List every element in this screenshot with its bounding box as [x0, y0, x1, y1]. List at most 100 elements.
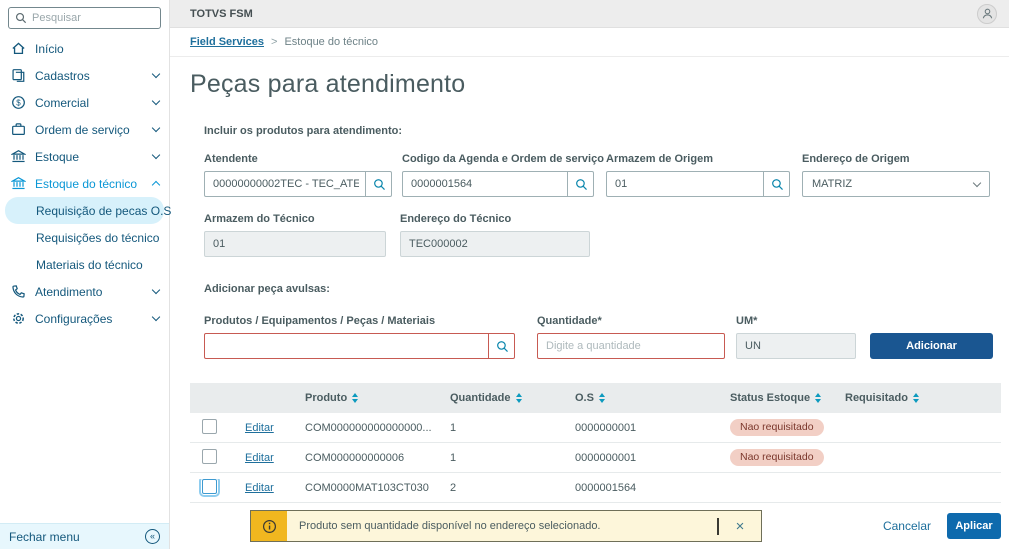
header-produto: Produto	[305, 392, 450, 404]
armazem-tecnico-input	[204, 231, 386, 257]
topbar: TOTVS FSM	[170, 0, 1009, 28]
chevron-down-icon	[152, 124, 160, 132]
produto-cell: COM0000MAT103CT030	[305, 482, 450, 494]
atendente-input[interactable]	[204, 171, 392, 197]
sidebar-item-ordem-de-servico[interactable]: Ordem de serviço	[0, 116, 169, 143]
edit-link[interactable]: Editar	[245, 422, 274, 434]
cancel-button[interactable]: Cancelar	[883, 519, 931, 533]
bank-icon	[10, 149, 26, 164]
sidebar-subitem-label: Requisição de pecas O.S	[36, 204, 171, 218]
sidebar-subitem-label: Materiais do técnico	[36, 258, 143, 272]
sidebar-item-inicio[interactable]: Início	[0, 35, 169, 62]
search-icon	[771, 178, 784, 191]
sort-icon[interactable]	[352, 393, 358, 403]
sidebar-item-requisicoes-do-tecnico[interactable]: Requisições do técnico	[0, 224, 169, 251]
sidebar-item-label: Estoque	[35, 150, 144, 164]
user-avatar[interactable]	[977, 4, 997, 24]
chevron-up-icon	[152, 181, 160, 189]
agenda-label: Codigo da Agenda e Ordem de serviço	[402, 153, 594, 165]
atendente-search-button[interactable]	[365, 171, 392, 197]
search-icon	[575, 178, 588, 191]
quantidade-cell: 1	[450, 452, 575, 464]
endereco-tecnico-label: Endereço do Técnico	[400, 213, 590, 225]
atendente-lookup	[204, 171, 392, 197]
collapse-icon: «	[145, 529, 160, 544]
produtos-input[interactable]	[204, 333, 515, 359]
armazem-origem-label: Armazem de Origem	[606, 153, 790, 165]
produtos-label: Produtos / Equipamentos / Peças / Materi…	[204, 315, 515, 327]
user-icon	[981, 7, 994, 20]
produtos-lookup	[204, 333, 515, 359]
agenda-search-button[interactable]	[567, 171, 594, 197]
table-header-row: Produto Quantidade O.S Status Estoque Re…	[190, 383, 1001, 413]
sidebar-item-cadastros[interactable]: Cadastros	[0, 62, 169, 89]
sort-icon[interactable]	[599, 393, 605, 403]
sort-icon[interactable]	[516, 393, 522, 403]
os-cell: 0000000001	[575, 452, 730, 464]
collapse-menu-label: Fechar menu	[9, 530, 80, 544]
quantidade-cell: 1	[450, 422, 575, 434]
endereco-origem-label: Endereço de Origem	[802, 153, 990, 165]
table-row: Editar COM000000000006 1 0000000001 Nao …	[190, 443, 1001, 473]
svg-text:$: $	[16, 98, 21, 107]
header-status-estoque: Status Estoque	[730, 392, 845, 404]
table-row: Editar COM000000000000000... 1 000000000…	[190, 413, 1001, 443]
row-checkbox[interactable]	[202, 419, 217, 434]
edit-link[interactable]: Editar	[245, 452, 274, 464]
sidebar-item-materiais-do-tecnico[interactable]: Materiais do técnico	[0, 251, 169, 278]
sidebar-item-label: Início	[35, 42, 159, 56]
sidebar-search[interactable]	[8, 7, 161, 29]
search-icon	[373, 178, 386, 191]
breadcrumb-separator: >	[271, 36, 277, 48]
sidebar-item-requisicao-de-pecas-os[interactable]: Requisição de pecas O.S	[5, 197, 164, 224]
apply-button[interactable]: Aplicar	[947, 513, 1001, 539]
collapse-menu-button[interactable]: Fechar menu «	[0, 523, 169, 549]
quantidade-input[interactable]	[537, 333, 725, 359]
sidebar-item-estoque[interactable]: Estoque	[0, 143, 169, 170]
edit-link[interactable]: Editar	[245, 482, 274, 494]
sort-icon[interactable]	[815, 393, 821, 403]
sort-icon[interactable]	[913, 393, 919, 403]
endereco-origem-select[interactable]: MATRIZ	[802, 171, 990, 197]
adicionar-button[interactable]: Adicionar	[870, 333, 993, 359]
produto-cell: COM000000000000000...	[305, 422, 450, 434]
chevron-down-icon	[152, 286, 160, 294]
atendente-label: Atendente	[204, 153, 392, 165]
sidebar-item-configuracoes[interactable]: Configurações	[0, 305, 169, 332]
table-row: Editar COM0000MAT103CT030 2 0000001564	[190, 473, 1001, 503]
chevron-down-icon	[973, 179, 981, 187]
documents-icon	[10, 68, 26, 83]
avulsa-form: Produtos / Equipamentos / Peças / Materi…	[204, 315, 1001, 359]
sidebar-nav: Início Cadastros $ Comercial Ordem de se…	[0, 35, 169, 332]
sidebar-search-input[interactable]	[32, 12, 154, 24]
sidebar-item-atendimento[interactable]: Atendimento	[0, 278, 169, 305]
produtos-search-button[interactable]	[488, 333, 515, 359]
page-title: Peças para atendimento	[190, 70, 1001, 99]
row-checkbox[interactable]	[202, 449, 217, 464]
header-os: O.S	[575, 392, 730, 404]
parts-table: Produto Quantidade O.S Status Estoque Re…	[190, 383, 1001, 503]
sidebar-item-comercial[interactable]: $ Comercial	[0, 89, 169, 116]
briefcase-icon	[10, 122, 26, 137]
gear-icon	[10, 311, 26, 326]
sidebar-item-label: Configurações	[35, 312, 144, 326]
armazem-origem-search-button[interactable]	[763, 171, 790, 197]
os-cell: 0000000001	[575, 422, 730, 434]
sidebar-item-label: Comercial	[35, 96, 144, 110]
main-area: TOTVS FSM Field Services > Estoque do té…	[170, 0, 1009, 549]
row-checkbox[interactable]	[202, 479, 217, 494]
produto-cell: COM000000000006	[305, 452, 450, 464]
page-content: Peças para atendimento Incluir os produt…	[170, 57, 1009, 549]
dollar-circle-icon: $	[10, 95, 26, 110]
um-input	[736, 333, 856, 359]
info-icon	[251, 511, 287, 541]
close-icon[interactable]: ×	[719, 518, 761, 535]
sidebar-item-label: Estoque do técnico	[35, 177, 144, 191]
sidebar-item-label: Ordem de serviço	[35, 123, 144, 137]
app-title: TOTVS FSM	[190, 8, 253, 20]
breadcrumb-link-field-services[interactable]: Field Services	[190, 36, 264, 48]
status-badge: Nao requisitado	[730, 449, 824, 467]
agenda-input[interactable]	[402, 171, 594, 197]
sidebar-item-estoque-do-tecnico[interactable]: Estoque do técnico	[0, 170, 169, 197]
bank-icon	[10, 176, 26, 191]
